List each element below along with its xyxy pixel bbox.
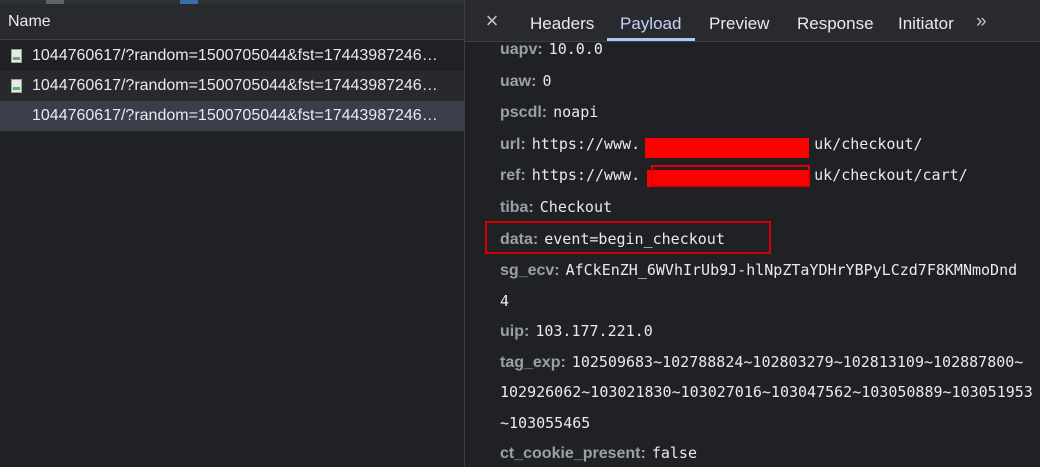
request-list-pane: Name 1044760617/?random=1500705044&fst=1… [0, 0, 464, 467]
request-detail-pane: × Headers Payload Preview Response Initi… [465, 0, 1040, 467]
request-row-selected[interactable]: 1044760617/?random=1500705044&fst=174439… [0, 101, 464, 131]
payload-param-uapv: uapv: 10.0.0 [500, 40, 603, 58]
toolbar-strip [0, 0, 464, 4]
payload-param-tiba: tiba: Checkout [500, 198, 613, 216]
more-tabs-icon[interactable]: » [976, 11, 987, 33]
payload-value-continuation: 102926062~103021830~103027016~103047562~… [500, 383, 1033, 401]
payload-param-data: data: event=begin_checkout [500, 230, 725, 248]
request-name: 1044760617/?random=1500705044&fst=174439… [32, 77, 438, 94]
tab-payload[interactable]: Payload [620, 14, 681, 34]
payload-param-uip: uip: 103.177.221.0 [500, 322, 653, 340]
request-row[interactable]: 1044760617/?random=1500705044&fst=174439… [0, 41, 464, 71]
tab-response[interactable]: Response [797, 14, 874, 34]
payload-param-tag-exp: tag_exp: 102509683~102788824~102803279~10… [500, 353, 1024, 371]
request-name: 1044760617/?random=1500705044&fst=174439… [32, 107, 438, 124]
tab-preview[interactable]: Preview [709, 14, 769, 34]
name-column-header[interactable]: Name [8, 13, 51, 31]
image-file-icon [11, 49, 22, 63]
close-icon[interactable]: × [481, 10, 503, 32]
request-list-header: Name [0, 0, 464, 40]
payload-param-uaw: uaw: 0 [500, 72, 552, 90]
payload-param-pscdl: pscdl: noapi [500, 103, 599, 121]
tab-headers[interactable]: Headers [530, 14, 594, 34]
tab-initiator[interactable]: Initiator [898, 14, 954, 34]
request-name: 1044760617/?random=1500705044&fst=174439… [32, 47, 438, 64]
image-file-icon [11, 79, 22, 93]
payload-param-ct-cookie-present: ct_cookie_present: false [500, 444, 697, 462]
request-row[interactable]: 1044760617/?random=1500705044&fst=174439… [0, 71, 464, 101]
devtools-network: Name 1044760617/?random=1500705044&fst=1… [0, 0, 1040, 467]
redaction-outline [651, 165, 810, 187]
toolbar-icon [46, 0, 64, 4]
active-tab-indicator [607, 38, 695, 41]
payload-value-continuation: 4 [500, 292, 510, 310]
payload-value-continuation: ~103055465 [500, 414, 591, 432]
request-rows: 1044760617/?random=1500705044&fst=174439… [0, 41, 464, 131]
redaction-block [645, 138, 809, 158]
payload-param-sg-ecv: sg_ecv: AfCkEnZH_6WVhIrUb9J-hlNpZTaYDHrYB… [500, 261, 1018, 279]
detail-tabbar: × Headers Payload Preview Response Initi… [465, 0, 1040, 42]
toolbar-icon [180, 0, 198, 4]
